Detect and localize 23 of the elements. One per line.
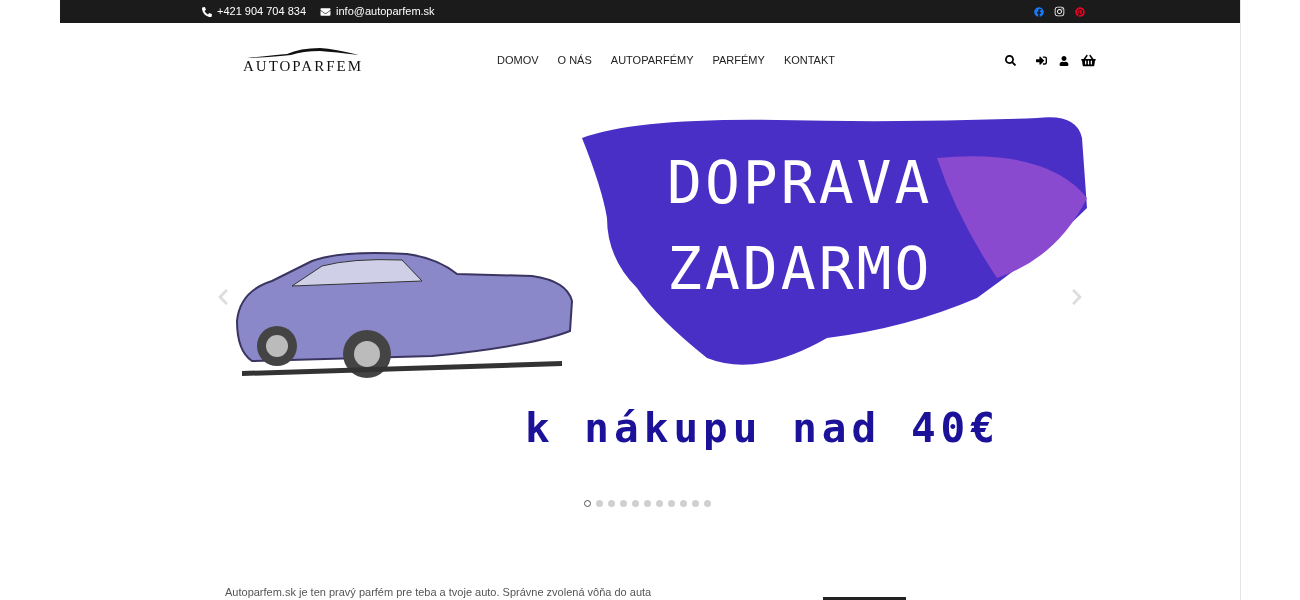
nav-link[interactable]: DOMOV — [497, 52, 539, 69]
phone-number: +421 904 704 834 — [217, 4, 306, 20]
email-address: info@autoparfem.sk — [336, 4, 435, 20]
login-icon[interactable] — [1036, 55, 1047, 66]
pinterest-icon[interactable] — [1075, 6, 1085, 17]
search-icon[interactable] — [1005, 55, 1016, 66]
facebook-icon[interactable] — [1034, 6, 1044, 17]
site-logo[interactable]: AUTOPARFEM — [240, 47, 366, 74]
nav-link[interactable]: KONTAKT — [783, 52, 835, 69]
nav-link[interactable]: AUTOPARFÉMY — [610, 52, 694, 69]
instagram-icon[interactable] — [1054, 6, 1065, 17]
previous-slide-arrow[interactable] — [217, 288, 229, 306]
basket-icon[interactable] — [1081, 54, 1096, 67]
next-slide-arrow[interactable] — [1071, 288, 1083, 306]
banner-headline: DOPRAVA — [667, 148, 933, 219]
phone-icon — [202, 6, 212, 17]
intro-paragraph: Autoparfem.sk je ten pravý parfém pre teba a tvoje auto. Správne zvolená vôňa do auta — [225, 584, 653, 600]
nav-link[interactable]: O NÁS — [557, 52, 592, 69]
user-icon[interactable] — [1059, 55, 1069, 66]
banner-subline: k nákupu nad 40€ — [525, 403, 1000, 454]
banner-headline: ZADARMO — [667, 234, 933, 305]
email-icon — [320, 6, 331, 17]
nav-link[interactable]: PARFÉMY — [712, 52, 765, 69]
